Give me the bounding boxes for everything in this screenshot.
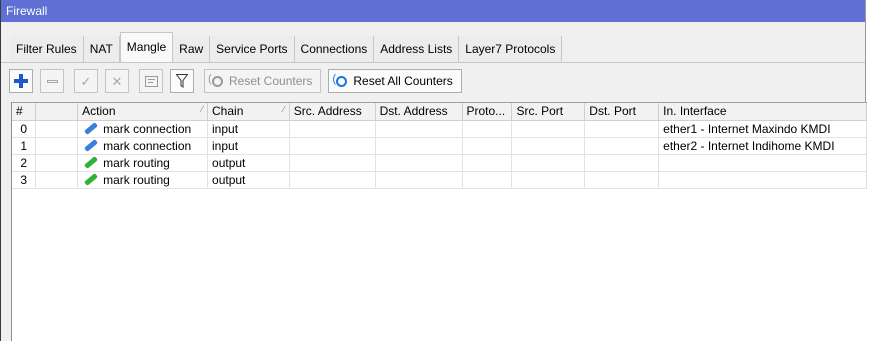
reset-all-counters-button[interactable]: Reset All Counters — [328, 69, 462, 93]
row-src-port — [511, 120, 586, 138]
row-number: 1 — [12, 137, 37, 155]
action-header-label: Action — [82, 104, 116, 119]
tab-raw[interactable]: Raw — [173, 36, 211, 62]
action-label: mark connection — [103, 138, 192, 153]
row-dst-address — [375, 154, 463, 172]
window-title: Firewall — [1, 0, 865, 22]
row-action: mark connection — [77, 137, 209, 155]
x-icon: ✕ — [111, 73, 123, 89]
row-src-port — [511, 137, 586, 155]
enable-button[interactable]: ✓ — [74, 69, 98, 93]
remove-button[interactable] — [40, 69, 64, 93]
mark-connection-icon — [84, 138, 99, 152]
row-number: 3 — [12, 171, 37, 189]
row-dst-port — [584, 154, 660, 172]
action-label: mark routing — [103, 172, 170, 187]
firewall-window: Firewall Filter Rules NAT Mangle Raw Ser… — [0, 0, 867, 341]
add-button[interactable] — [9, 69, 33, 93]
tab-divider — [1, 62, 865, 63]
column-header-in-interface[interactable]: In. Interface — [658, 103, 867, 121]
tab-mangle[interactable]: Mangle — [119, 32, 174, 62]
column-header-flags[interactable] — [35, 103, 79, 121]
reset-all-icon — [332, 73, 348, 87]
row-chain: input — [207, 137, 290, 155]
check-icon: ✓ — [80, 73, 92, 89]
row-src-address — [289, 154, 376, 172]
column-header-dst-address[interactable]: Dst. Address — [375, 103, 463, 121]
tab-service-ports[interactable]: Service Ports — [210, 36, 295, 62]
action-label: mark connection — [103, 121, 192, 136]
row-in-interface: ether2 - Internet Indihome KMDI — [658, 137, 867, 155]
plus-icon — [14, 74, 28, 88]
row-dst-port — [584, 137, 660, 155]
row-protocol — [462, 120, 513, 138]
mark-routing-icon — [84, 172, 99, 186]
column-header-chain[interactable]: Chain ⁄ — [207, 103, 290, 121]
row-flags — [35, 154, 79, 172]
row-src-address — [289, 137, 376, 155]
row-dst-address — [375, 171, 463, 189]
row-dst-port — [584, 120, 660, 138]
comment-button[interactable] — [139, 69, 163, 93]
filter-button[interactable] — [170, 69, 194, 93]
row-chain: input — [207, 120, 290, 138]
disable-button[interactable]: ✕ — [105, 69, 129, 93]
row-action: mark routing — [77, 171, 209, 189]
tab-connections[interactable]: Connections — [294, 36, 375, 62]
row-protocol — [462, 171, 513, 189]
row-action: mark connection — [77, 120, 209, 138]
column-header-number[interactable]: # — [12, 103, 37, 121]
chain-header-label: Chain — [212, 104, 244, 119]
reset-icon — [208, 73, 223, 87]
mark-routing-icon — [84, 155, 99, 169]
row-flags — [35, 120, 79, 138]
mark-connection-icon — [84, 121, 99, 135]
mangle-rules-table: # Action ⁄ Chain ⁄ Src. Address Dst. Addre… — [11, 102, 867, 341]
reset-all-counters-label: Reset All Counters — [353, 74, 453, 88]
reset-counters-button[interactable]: Reset Counters — [204, 69, 322, 93]
row-action: mark routing — [77, 154, 209, 172]
row-flags — [35, 137, 79, 155]
row-src-address — [289, 171, 376, 189]
column-header-action[interactable]: Action ⁄ — [77, 103, 209, 121]
column-header-protocol[interactable]: Proto... — [462, 103, 513, 121]
row-chain: output — [207, 154, 290, 172]
tab-filter-rules[interactable]: Filter Rules — [10, 36, 84, 62]
reset-counters-label: Reset Counters — [229, 74, 313, 88]
row-dst-address — [375, 137, 463, 155]
row-protocol — [462, 137, 513, 155]
row-src-port — [511, 154, 586, 172]
table-header: # Action ⁄ Chain ⁄ Src. Address Dst. Addre… — [12, 103, 867, 121]
row-in-interface: ether1 - Internet Maxindo KMDI — [658, 120, 867, 138]
column-header-dst-port[interactable]: Dst. Port — [584, 103, 660, 121]
column-header-src-port[interactable]: Src. Port — [511, 103, 586, 121]
row-src-port — [511, 171, 586, 189]
row-number: 0 — [12, 120, 37, 138]
row-protocol — [462, 154, 513, 172]
row-in-interface — [658, 171, 867, 189]
filter-icon — [176, 74, 188, 88]
row-number: 2 — [12, 154, 37, 172]
column-header-src-address[interactable]: Src. Address — [289, 103, 376, 121]
tab-layer7-protocols[interactable]: Layer7 Protocols — [459, 36, 563, 62]
row-chain: output — [207, 171, 290, 189]
tab-address-lists[interactable]: Address Lists — [374, 36, 460, 62]
tab-bar: Filter Rules NAT Mangle Raw Service Port… — [1, 32, 563, 62]
sort-icon: ⁄ — [283, 104, 285, 114]
row-dst-port — [584, 171, 660, 189]
toolbar: ✓ ✕ Reset Counters Reset All Counters — [9, 68, 469, 94]
table-row[interactable]: 0 mark connection input ether1 - Interne… — [12, 120, 867, 138]
table-row[interactable]: 1 mark connection input ether2 - Interne… — [12, 137, 867, 155]
table-row[interactable]: 2 mark routing output — [12, 154, 867, 172]
table-row[interactable]: 3 mark routing output — [12, 171, 867, 189]
comment-icon — [144, 75, 158, 87]
tab-nat[interactable]: NAT — [83, 36, 120, 62]
row-flags — [35, 171, 79, 189]
row-src-address — [289, 120, 376, 138]
minus-icon — [46, 79, 58, 83]
row-dst-address — [375, 120, 463, 138]
sort-icon: ⁄ — [201, 104, 204, 114]
action-label: mark routing — [103, 155, 170, 170]
row-in-interface — [658, 154, 867, 172]
